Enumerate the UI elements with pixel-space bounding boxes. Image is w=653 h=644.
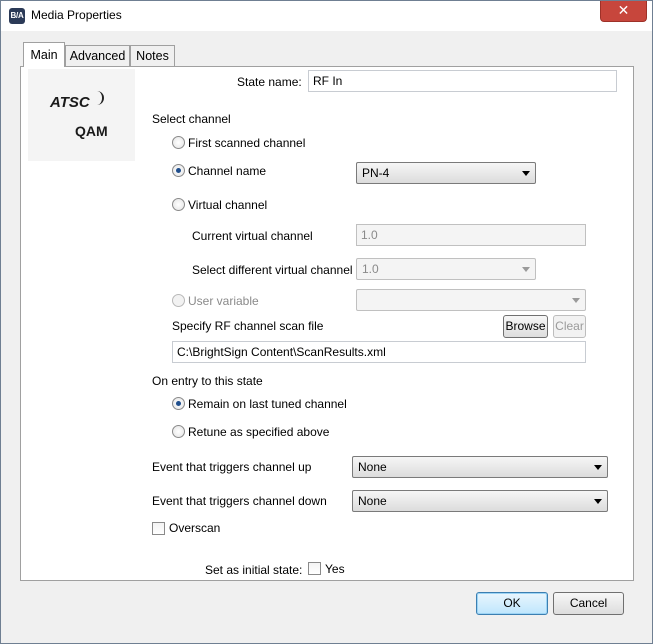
initial-state-checkbox[interactable] bbox=[308, 562, 321, 575]
current-virtual-channel-field: 1.0 bbox=[356, 224, 586, 246]
dropdown-arrow-icon bbox=[522, 267, 530, 272]
state-name-label: State name: bbox=[237, 75, 302, 89]
initial-state-label: Set as initial state: bbox=[205, 563, 303, 577]
user-variable-label: User variable bbox=[188, 294, 259, 308]
virtual-channel-radio[interactable] bbox=[172, 198, 185, 211]
first-scanned-channel-radio[interactable] bbox=[172, 136, 185, 149]
different-virtual-channel-dropdown[interactable]: 1.0 bbox=[356, 258, 536, 280]
app-icon: B/A bbox=[9, 8, 25, 24]
on-entry-heading: On entry to this state bbox=[152, 374, 263, 388]
media-properties-window: B/A Media Properties ✕ Main Advanced Not… bbox=[0, 0, 653, 644]
tab-notes[interactable]: Notes bbox=[130, 45, 175, 67]
close-button[interactable]: ✕ bbox=[600, 1, 647, 22]
scan-file-label: Specify RF channel scan file bbox=[172, 319, 324, 333]
dropdown-arrow-icon bbox=[522, 171, 530, 176]
overscan-label[interactable]: Overscan bbox=[169, 521, 220, 535]
channel-up-selected: None bbox=[358, 460, 387, 474]
channel-name-radio[interactable] bbox=[172, 164, 185, 177]
atsc-qam-logo: ATSC QAM bbox=[28, 69, 135, 161]
channel-down-trigger-dropdown[interactable]: None bbox=[352, 490, 608, 512]
clear-button[interactable]: Clear bbox=[553, 315, 586, 338]
browse-button[interactable]: Browse bbox=[503, 315, 548, 338]
ok-button[interactable]: OK bbox=[476, 592, 548, 615]
window-title: Media Properties bbox=[31, 8, 122, 22]
dropdown-arrow-icon bbox=[594, 465, 602, 470]
cancel-button[interactable]: Cancel bbox=[553, 592, 624, 615]
state-name-input[interactable]: RF In bbox=[308, 70, 617, 92]
user-variable-radio[interactable] bbox=[172, 294, 185, 307]
remain-on-channel-label[interactable]: Remain on last tuned channel bbox=[188, 397, 347, 411]
logo-atsc-text: ATSC bbox=[50, 94, 90, 111]
overscan-checkbox[interactable] bbox=[152, 522, 165, 535]
channel-name-label[interactable]: Channel name bbox=[188, 164, 266, 178]
user-variable-dropdown[interactable] bbox=[356, 289, 586, 311]
channel-name-selected: PN-4 bbox=[362, 166, 390, 180]
channel-name-dropdown[interactable]: PN-4 bbox=[356, 162, 536, 184]
title-bar[interactable]: B/A Media Properties ✕ bbox=[1, 1, 652, 31]
select-different-virtual-channel-label: Select different virtual channel bbox=[192, 263, 353, 277]
select-channel-heading: Select channel bbox=[152, 112, 231, 126]
first-scanned-channel-label[interactable]: First scanned channel bbox=[188, 136, 305, 150]
logo-qam-text: QAM bbox=[75, 123, 108, 139]
virtual-channel-label[interactable]: Virtual channel bbox=[188, 198, 267, 212]
signal-arc-icon bbox=[94, 91, 104, 105]
retune-label[interactable]: Retune as specified above bbox=[188, 425, 329, 439]
current-virtual-channel-label: Current virtual channel bbox=[192, 229, 313, 243]
channel-up-trigger-label: Event that triggers channel up bbox=[152, 460, 312, 474]
channel-up-trigger-dropdown[interactable]: None bbox=[352, 456, 608, 478]
retune-radio[interactable] bbox=[172, 425, 185, 438]
initial-state-yes-label[interactable]: Yes bbox=[325, 562, 345, 576]
scan-file-path-input[interactable]: C:\BrightSign Content\ScanResults.xml bbox=[172, 341, 586, 363]
dropdown-arrow-icon bbox=[594, 499, 602, 504]
channel-down-trigger-label: Event that triggers channel down bbox=[152, 494, 327, 508]
dropdown-arrow-icon bbox=[572, 298, 580, 303]
tab-main[interactable]: Main bbox=[23, 42, 65, 67]
channel-down-selected: None bbox=[358, 494, 387, 508]
tab-advanced[interactable]: Advanced bbox=[65, 45, 130, 67]
different-virtual-selected: 1.0 bbox=[362, 262, 379, 276]
remain-on-channel-radio[interactable] bbox=[172, 397, 185, 410]
